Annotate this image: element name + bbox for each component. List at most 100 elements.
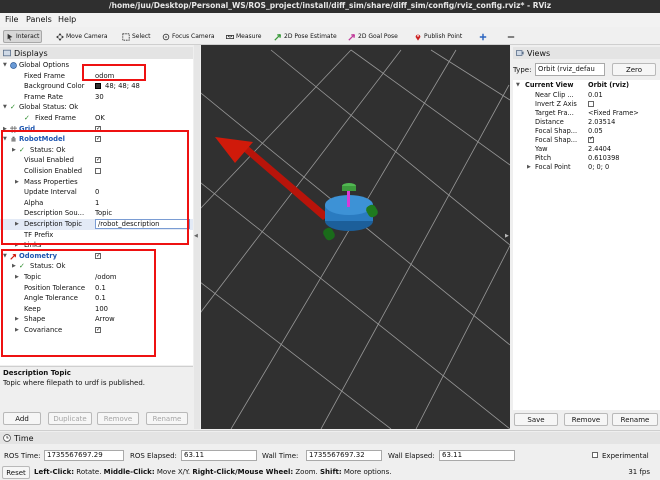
views-row-pitch[interactable]: Pitch 0.610398 <box>513 154 660 163</box>
tree-row-collision-enabled[interactable]: Collision Enabled <box>0 166 193 177</box>
visual-enabled-checkbox[interactable] <box>95 155 101 166</box>
splitter-arrow-icon[interactable]: ▶ <box>505 233 509 239</box>
tree-row-visual-enabled[interactable]: Visual Enabled <box>0 155 193 166</box>
covariance-checkbox[interactable] <box>95 325 101 336</box>
remove-display-button[interactable]: Remove <box>97 412 139 425</box>
view-type-dropdown[interactable]: Orbit (rviz_defau <box>535 63 605 76</box>
target-frame-value[interactable]: <Fixed Frame> <box>588 109 639 118</box>
tree-row-mass-properties[interactable]: ▶ Mass Properties <box>0 177 193 188</box>
collapse-arrow-icon[interactable]: ▼ <box>3 102 7 113</box>
focal-shape-fixed-checkbox[interactable] <box>588 135 594 143</box>
fixed-frame-value[interactable]: odom <box>95 71 114 82</box>
views-row-current-view[interactable]: ▼ Current View Orbit (rviz) <box>513 81 660 90</box>
pitch-value[interactable]: 0.610398 <box>588 154 619 163</box>
tree-row-alpha[interactable]: Alpha 1 <box>0 198 193 209</box>
collapse-arrow-icon[interactable]: ▼ <box>3 60 7 71</box>
position-tolerance-value[interactable]: 0.1 <box>95 283 106 294</box>
tree-row-global-status[interactable]: ▼ ✓ Global Status: Ok <box>0 102 193 113</box>
views-row-near-clip[interactable]: Near Clip ... 0.01 <box>513 91 660 100</box>
tree-row-global-options[interactable]: ▼ Global Options <box>0 60 193 71</box>
near-clip-value[interactable]: 0.01 <box>588 91 603 100</box>
tree-row-robotmodel[interactable]: ▼ RobotModel <box>0 134 193 145</box>
collapse-arrow-icon[interactable]: ▼ <box>3 134 7 145</box>
tree-row-tf-prefix[interactable]: TF Prefix <box>0 230 193 241</box>
pose-estimate-tool-button[interactable]: 2D Pose Estimate <box>272 30 339 43</box>
tree-row-background-color[interactable]: Background Color 48; 48; 48 <box>0 81 193 92</box>
tree-row-topic[interactable]: ▶ Topic /odom <box>0 272 193 283</box>
color-swatch[interactable] <box>95 83 101 90</box>
expand-arrow-icon[interactable]: ▶ <box>15 314 19 325</box>
tree-row-shape[interactable]: ▶ Shape Arrow <box>0 314 193 325</box>
description-topic-input[interactable]: /robot_description <box>95 219 190 229</box>
expand-arrow-icon[interactable]: ▶ <box>12 261 16 272</box>
tree-row-odometry[interactable]: ▼ Odometry <box>0 251 193 262</box>
add-display-button[interactable]: Add <box>3 412 41 425</box>
focal-point-value[interactable]: 0; 0; 0 <box>588 163 609 172</box>
views-row-focal-shape-size[interactable]: Focal Shap... 0.05 <box>513 127 660 136</box>
expand-arrow-icon[interactable]: ▶ <box>3 124 7 135</box>
views-row-target-frame[interactable]: Target Fra... <Fixed Frame> <box>513 109 660 118</box>
description-source-value[interactable]: Topic <box>95 208 112 219</box>
views-row-focal-shape-fixed[interactable]: Focal Shap... <box>513 135 660 145</box>
tree-row-fixed-frame[interactable]: Fixed Frame odom <box>0 71 193 82</box>
tree-row-fixed-frame-status[interactable]: ✓ Fixed Frame OK <box>0 113 193 124</box>
robotmodel-enabled-checkbox[interactable] <box>95 134 101 145</box>
frame-rate-value[interactable]: 30 <box>95 92 104 103</box>
duplicate-display-button[interactable]: Duplicate <box>48 412 92 425</box>
tree-row-covariance[interactable]: ▶ Covariance <box>0 325 193 336</box>
rename-view-button[interactable]: Rename <box>612 413 658 426</box>
remove-view-button[interactable]: Remove <box>564 413 608 426</box>
shape-value[interactable]: Arrow <box>95 314 115 325</box>
zero-button[interactable]: Zero <box>612 63 656 76</box>
add-tool-button[interactable] <box>477 30 489 43</box>
menu-panels[interactable]: Panels <box>26 15 52 24</box>
grid-enabled-checkbox[interactable] <box>95 124 101 134</box>
expand-arrow-icon[interactable]: ▶ <box>15 177 19 188</box>
wall-time-field[interactable]: 1735567697.32 <box>306 450 382 461</box>
tree-row-update-interval[interactable]: Update Interval 0 <box>0 187 193 198</box>
rename-display-button[interactable]: Rename <box>146 412 188 425</box>
menu-file[interactable]: File <box>5 15 18 24</box>
move-camera-tool-button[interactable]: Move Camera <box>54 30 110 43</box>
expand-arrow-icon[interactable]: ▶ <box>527 163 531 172</box>
expand-arrow-icon[interactable]: ▶ <box>15 325 19 336</box>
focus-camera-tool-button[interactable]: Focus Camera <box>160 30 217 43</box>
measure-tool-button[interactable]: Measure <box>224 30 264 43</box>
splitter-arrow-icon[interactable]: ◀ <box>194 233 198 239</box>
collapse-arrow-icon[interactable]: ▼ <box>3 251 7 262</box>
publish-point-tool-button[interactable]: Publish Point <box>412 30 464 43</box>
ros-time-field[interactable]: 1735567697.29 <box>44 450 124 461</box>
angle-tolerance-value[interactable]: 0.1 <box>95 293 106 304</box>
tree-row-robotmodel-status[interactable]: ▶ ✓ Status: Ok <box>0 145 193 156</box>
distance-value[interactable]: 2.03514 <box>588 118 615 127</box>
interact-tool-button[interactable]: Interact <box>3 30 43 43</box>
tree-row-description-source[interactable]: Description Sou... Topic <box>0 208 193 219</box>
menu-help[interactable]: Help <box>58 15 76 24</box>
keep-value[interactable]: 100 <box>95 304 108 315</box>
tree-row-angle-tolerance[interactable]: Angle Tolerance 0.1 <box>0 293 193 304</box>
tree-row-position-tolerance[interactable]: Position Tolerance 0.1 <box>0 283 193 294</box>
goal-pose-tool-button[interactable]: 2D Goal Pose <box>346 30 400 43</box>
left-splitter[interactable]: ◀ <box>194 45 200 429</box>
invert-z-checkbox[interactable] <box>588 100 594 107</box>
background-color-value[interactable]: 48; 48; 48 <box>105 81 140 92</box>
tree-row-grid[interactable]: ▶ Grid <box>0 124 193 135</box>
views-row-distance[interactable]: Distance 2.03514 <box>513 118 660 127</box>
views-row-invert-z[interactable]: Invert Z Axis <box>513 100 660 109</box>
tree-row-frame-rate[interactable]: Frame Rate 30 <box>0 92 193 103</box>
collapse-arrow-icon[interactable]: ▼ <box>516 81 520 90</box>
alpha-value[interactable]: 1 <box>95 198 99 209</box>
expand-arrow-icon[interactable]: ▶ <box>15 219 19 230</box>
collision-enabled-checkbox[interactable] <box>95 168 101 174</box>
tree-row-links[interactable]: ▶ Links <box>0 240 193 251</box>
odometry-enabled-checkbox[interactable] <box>95 251 101 261</box>
expand-arrow-icon[interactable]: ▶ <box>12 145 16 156</box>
tree-row-description-topic[interactable]: ▶ Description Topic /robot_description <box>0 219 193 230</box>
expand-arrow-icon[interactable]: ▶ <box>15 240 19 251</box>
expand-arrow-icon[interactable]: ▶ <box>15 272 19 283</box>
save-view-button[interactable]: Save <box>514 413 558 426</box>
tree-row-keep[interactable]: Keep 100 <box>0 304 193 315</box>
wall-elapsed-field[interactable]: 63.11 <box>439 450 515 461</box>
select-tool-button[interactable]: Select <box>120 30 153 43</box>
odometry-topic-value[interactable]: /odom <box>95 272 117 283</box>
